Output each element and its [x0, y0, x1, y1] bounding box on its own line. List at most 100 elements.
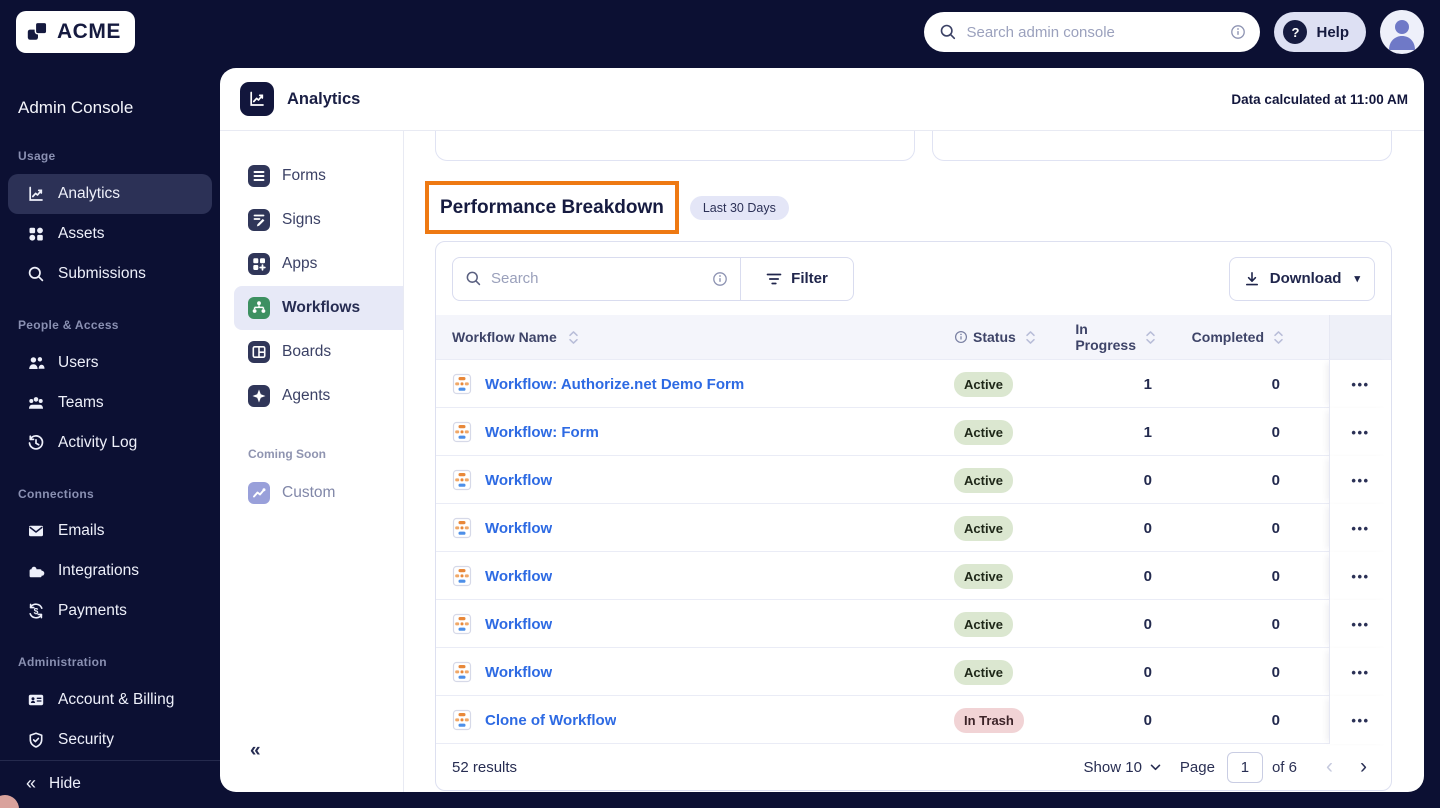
column-header-completed[interactable]: Completed: [1156, 329, 1284, 345]
column-label: Completed: [1191, 329, 1264, 345]
workflow-mini-icon: [452, 613, 472, 635]
column-header-workflow-name[interactable]: Workflow Name: [436, 329, 954, 345]
coming-soon-label: Coming Soon: [248, 447, 326, 461]
content-area: Performance Breakdown Last 30 Days Searc…: [404, 131, 1424, 792]
info-icon[interactable]: [712, 271, 728, 287]
svg-text:$: $: [34, 606, 39, 616]
caret-down-icon: ▾: [1354, 273, 1360, 285]
currency-cycle-icon: $: [26, 601, 46, 621]
previous-page-button[interactable]: ‹: [1326, 755, 1333, 779]
workflows-table-card: Filter Download ▾ Workflow Name: [435, 241, 1392, 791]
double-chevron-left-icon: «: [250, 740, 261, 761]
sidebar-item-submissions[interactable]: Submissions: [8, 254, 212, 294]
magnifier-icon: [26, 264, 46, 284]
workflow-mini-icon: [452, 517, 472, 539]
sidebar-item-users[interactable]: Users: [8, 343, 212, 383]
sidebar-item-label: Users: [58, 353, 99, 371]
sidebar-item-account-billing[interactable]: Account & Billing: [8, 680, 212, 720]
workflow-link[interactable]: Workflow: Form: [485, 424, 599, 441]
row-actions-button[interactable]: •••: [1351, 569, 1369, 584]
collapse-nav-button[interactable]: «: [220, 740, 403, 762]
workflow-mini-icon: [452, 661, 472, 683]
sort-icon: [1025, 330, 1036, 345]
status-badge: In Trash: [954, 707, 1024, 733]
column-header-in-progress[interactable]: In Progress: [1075, 321, 1156, 353]
section-label-connections: Connections: [18, 486, 94, 501]
filter-button[interactable]: Filter: [741, 258, 853, 300]
acme-logo[interactable]: ACME: [16, 11, 135, 53]
row-actions-button[interactable]: •••: [1351, 617, 1369, 632]
admin-sidebar: Admin Console Usage Analytics Assets Sub…: [0, 64, 220, 808]
download-button[interactable]: Download ▾: [1228, 256, 1375, 301]
workflow-link[interactable]: Workflow: Authorize.net Demo Form: [485, 376, 744, 393]
status-badge: Active: [954, 419, 1014, 445]
module-item-forms[interactable]: Forms: [234, 154, 403, 198]
workflow-link[interactable]: Workflow: [485, 664, 552, 681]
page-size-select[interactable]: Show 10: [1084, 759, 1161, 776]
page-size-label: Show 10: [1083, 758, 1142, 776]
person-icon: [1389, 20, 1415, 50]
sidebar-item-label: Payments: [58, 602, 127, 620]
info-icon[interactable]: [954, 330, 968, 344]
workflow-link[interactable]: Workflow: [485, 520, 552, 537]
main-panel: Analytics Data calculated at 11:00 AM Fo…: [220, 68, 1424, 792]
filter-icon: [766, 272, 782, 286]
workflow-link[interactable]: Workflow: [485, 616, 552, 633]
row-actions-button[interactable]: •••: [1351, 521, 1369, 536]
envelope-icon: [26, 521, 46, 541]
in-progress-value: 0: [1143, 615, 1152, 633]
sidebar-item-activity-log[interactable]: Activity Log: [8, 423, 212, 463]
row-actions-button[interactable]: •••: [1351, 425, 1369, 440]
signature-doc-icon: [248, 209, 270, 231]
sort-icon: [1273, 330, 1284, 345]
period-badge: Last 30 Days: [689, 195, 789, 220]
sort-icon: [568, 330, 579, 345]
status-badge: Active: [954, 515, 1014, 541]
workflow-link[interactable]: Clone of Workflow: [485, 712, 616, 729]
sidebar-item-teams[interactable]: Teams: [8, 383, 212, 423]
completed-value: 0: [1271, 615, 1280, 633]
module-item-signs[interactable]: Signs: [234, 198, 403, 242]
workflow-link[interactable]: Workflow: [485, 472, 552, 489]
sidebar-item-label: Activity Log: [58, 433, 138, 451]
module-item-custom[interactable]: Custom: [234, 471, 403, 515]
user-avatar[interactable]: [1380, 10, 1424, 54]
info-icon[interactable]: [1230, 24, 1246, 40]
module-item-workflows[interactable]: Workflows: [234, 286, 403, 330]
in-progress-value: 0: [1143, 567, 1152, 585]
next-page-button[interactable]: ›: [1360, 755, 1367, 779]
column-label: Workflow Name: [452, 329, 557, 345]
row-actions-button[interactable]: •••: [1351, 377, 1369, 392]
summary-card: [435, 131, 915, 161]
workflow-mini-icon: [452, 565, 472, 587]
global-search: [924, 12, 1261, 52]
page-number-input[interactable]: [1226, 751, 1263, 783]
row-actions-button[interactable]: •••: [1351, 713, 1369, 728]
global-search-input[interactable]: [966, 23, 1222, 41]
completed-value: 0: [1271, 567, 1280, 585]
search-icon: [939, 23, 957, 41]
sidebar-item-label: Assets: [58, 224, 105, 242]
sidebar-item-security[interactable]: Security: [8, 720, 212, 760]
column-header-status[interactable]: Status: [954, 329, 1079, 345]
sidebar-item-payments[interactable]: $ Payments: [8, 591, 212, 631]
row-actions-button[interactable]: •••: [1351, 665, 1369, 680]
chevron-down-icon: [1150, 764, 1161, 771]
results-count: 52 results: [452, 758, 518, 776]
module-item-boards[interactable]: Boards: [234, 330, 403, 374]
column-label: In Progress: [1075, 321, 1137, 353]
help-button[interactable]: ? Help: [1274, 12, 1366, 52]
workflow-link[interactable]: Workflow: [485, 568, 552, 585]
module-item-agents[interactable]: Agents: [234, 374, 403, 418]
sidebar-item-assets[interactable]: Assets: [8, 214, 212, 254]
sidebar-item-analytics[interactable]: Analytics: [8, 174, 212, 214]
section-label-administration: Administration: [18, 655, 107, 670]
id-card-icon: [26, 690, 46, 710]
row-actions-button[interactable]: •••: [1351, 473, 1369, 488]
module-item-apps[interactable]: Apps: [234, 242, 403, 286]
sidebar-item-emails[interactable]: Emails: [8, 512, 212, 552]
users-icon: [26, 353, 46, 373]
table-search-input[interactable]: [491, 270, 703, 287]
hide-sidebar-button[interactable]: « Hide: [0, 760, 220, 806]
sidebar-item-integrations[interactable]: Integrations: [8, 551, 212, 591]
